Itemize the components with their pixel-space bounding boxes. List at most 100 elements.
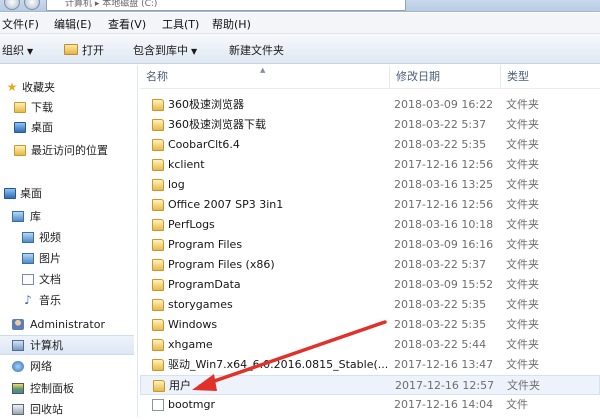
file-row[interactable]: ProgramData 2018-03-09 15:52 文件夹 (140, 275, 600, 295)
title-bar: 计算机 ▸ 本地磁盘 (C:) (0, 0, 600, 12)
folder-open-icon (64, 44, 78, 55)
file-name: bootmgr (168, 398, 215, 411)
file-name: 驱动_Win7.x64_6.0.2016.0815_Stable(... (168, 358, 389, 371)
file-row[interactable]: bootmgr 2017-12-16 14:04 文件 (140, 395, 600, 415)
open-button[interactable]: 打开 (64, 42, 104, 58)
file-type: 文件夹 (506, 338, 539, 351)
computer-icon (12, 340, 24, 351)
nav-control-panel[interactable]: 控制面板 (0, 379, 137, 399)
file-row[interactable]: PerfLogs 2018-03-16 10:18 文件夹 (140, 215, 600, 235)
nav-music-label: 音乐 (39, 294, 61, 307)
nav-documents[interactable]: 文档 (0, 270, 137, 290)
file-row[interactable]: log 2018-03-16 13:25 文件夹 (140, 175, 600, 195)
chevron-down-icon: ▼ (191, 47, 198, 56)
menu-file[interactable]: 文件(F) (2, 16, 39, 32)
desktop-icon (14, 122, 26, 133)
file-date-modified: 2018-03-09 15:52 (394, 278, 494, 291)
video-icon (22, 232, 34, 243)
file-type: 文件夹 (506, 158, 539, 171)
file-row[interactable]: Program Files 2018-03-09 16:16 文件夹 (140, 235, 600, 255)
forward-button[interactable] (24, 0, 40, 10)
navigation-pane: ★ 收藏夹 下载 桌面 最近访问的位置 桌面 库 视频 图片 文档 ♪ 音乐 A… (0, 65, 138, 417)
nav-music[interactable]: ♪ 音乐 (0, 291, 137, 311)
folder-icon (152, 339, 164, 351)
folder-icon (152, 119, 164, 131)
file-type: 文件夹 (506, 358, 539, 371)
back-button[interactable] (4, 0, 20, 10)
recycle-bin-icon (12, 404, 24, 415)
file-date-modified: 2018-03-16 13:25 (394, 178, 494, 191)
file-name: PerfLogs (168, 218, 215, 231)
nav-desktop[interactable]: 桌面 (0, 184, 137, 204)
file-row[interactable]: 360极速浏览器下载 2018-03-22 5:37 文件夹 (140, 115, 600, 135)
file-date-modified: 2017-12-16 14:04 (394, 398, 494, 411)
nav-desktop-favorite[interactable]: 桌面 (0, 118, 137, 138)
column-header: ▲ 名称 修改日期 类型 (140, 65, 600, 89)
nav-control-panel-label: 控制面板 (30, 382, 74, 395)
organize-label: 组织 (2, 44, 24, 57)
command-toolbar: 组织 ▼ 打开 包含到库中 ▼ 新建文件夹 (0, 34, 600, 64)
file-type: 文件 (506, 398, 528, 411)
file-row[interactable]: storygames 2018-03-22 5:35 文件夹 (140, 295, 600, 315)
nav-administrator-label: Administrator (30, 318, 105, 331)
nav-recent-places[interactable]: 最近访问的位置 (0, 141, 137, 161)
file-type: 文件夹 (506, 98, 539, 111)
column-type[interactable]: 类型 (501, 65, 600, 89)
recent-places-icon (14, 145, 26, 156)
file-type: 文件夹 (506, 318, 539, 331)
file-row[interactable]: Office 2007 SP3 3in1 2017-12-16 12:56 文件夹 (140, 195, 600, 215)
file-row[interactable]: CoobarClt6.4 2018-03-22 5:35 文件夹 (140, 135, 600, 155)
downloads-folder-icon (14, 102, 26, 113)
nav-downloads[interactable]: 下载 (0, 98, 137, 118)
include-in-library-button[interactable]: 包含到库中 ▼ (133, 42, 197, 58)
file-row[interactable]: Program Files (x86) 2018-03-22 5:37 文件夹 (140, 255, 600, 275)
nav-recycle-bin[interactable]: 回收站 (0, 400, 137, 420)
music-note-icon: ♪ (24, 293, 32, 307)
file-date-modified: 2017-12-16 12:57 (395, 379, 495, 392)
nav-computer[interactable]: 计算机 (0, 335, 134, 355)
file-type: 文件夹 (507, 379, 540, 392)
file-name: Program Files (168, 238, 243, 251)
address-bar[interactable]: 计算机 ▸ 本地磁盘 (C:) (46, 0, 406, 11)
nav-videos-label: 视频 (39, 231, 61, 244)
nav-pictures[interactable]: 图片 (0, 249, 137, 269)
nav-videos[interactable]: 视频 (0, 228, 137, 248)
file-name: kclient (168, 158, 205, 171)
menu-edit[interactable]: 编辑(E) (54, 16, 92, 32)
network-icon (12, 361, 24, 372)
organize-button[interactable]: 组织 ▼ (2, 42, 33, 58)
file-date-modified: 2018-03-22 5:35 (394, 138, 487, 151)
file-row[interactable]: 驱动_Win7.x64_6.0.2016.0815_Stable(... 2017… (140, 355, 600, 375)
file-type: 文件夹 (506, 278, 539, 291)
nav-downloads-label: 下载 (31, 101, 53, 114)
nav-favorites[interactable]: ★ 收藏夹 (0, 78, 137, 98)
nav-computer-label: 计算机 (30, 339, 63, 352)
file-row[interactable]: Windows 2018-03-22 5:35 文件夹 (140, 315, 600, 335)
file-icon (152, 399, 164, 411)
column-date-modified[interactable]: 修改日期 (390, 65, 501, 89)
menu-view[interactable]: 查看(V) (108, 16, 146, 32)
file-row[interactable]: xhgame 2018-03-22 5:44 文件夹 (140, 335, 600, 355)
file-row[interactable]: kclient 2017-12-16 12:56 文件夹 (140, 155, 600, 175)
file-row[interactable]: 360极速浏览器 2018-03-09 16:22 文件夹 (140, 95, 600, 115)
file-name: Office 2007 SP3 3in1 (168, 198, 284, 211)
file-row[interactable]: 用户 2017-12-16 12:57 文件夹 (140, 375, 600, 395)
file-name: 用户 (169, 379, 191, 392)
star-icon: ★ (6, 80, 18, 94)
new-folder-button[interactable]: 新建文件夹 (229, 42, 284, 58)
file-name: ProgramData (168, 278, 241, 291)
menu-tools[interactable]: 工具(T) (162, 16, 199, 32)
folder-icon (152, 219, 164, 231)
column-name[interactable]: 名称 (140, 65, 390, 89)
chevron-down-icon: ▼ (27, 47, 34, 56)
nav-network[interactable]: 网络 (0, 357, 137, 377)
file-name: 360极速浏览器 (168, 98, 244, 111)
menu-help[interactable]: 帮助(H) (212, 16, 251, 32)
nav-pictures-label: 图片 (39, 252, 61, 265)
file-date-modified: 2017-12-16 13:47 (394, 358, 494, 371)
folder-icon (152, 319, 164, 331)
picture-icon (22, 253, 34, 264)
nav-administrator[interactable]: Administrator (0, 315, 137, 335)
user-icon (12, 319, 24, 330)
nav-libraries[interactable]: 库 (0, 207, 137, 227)
